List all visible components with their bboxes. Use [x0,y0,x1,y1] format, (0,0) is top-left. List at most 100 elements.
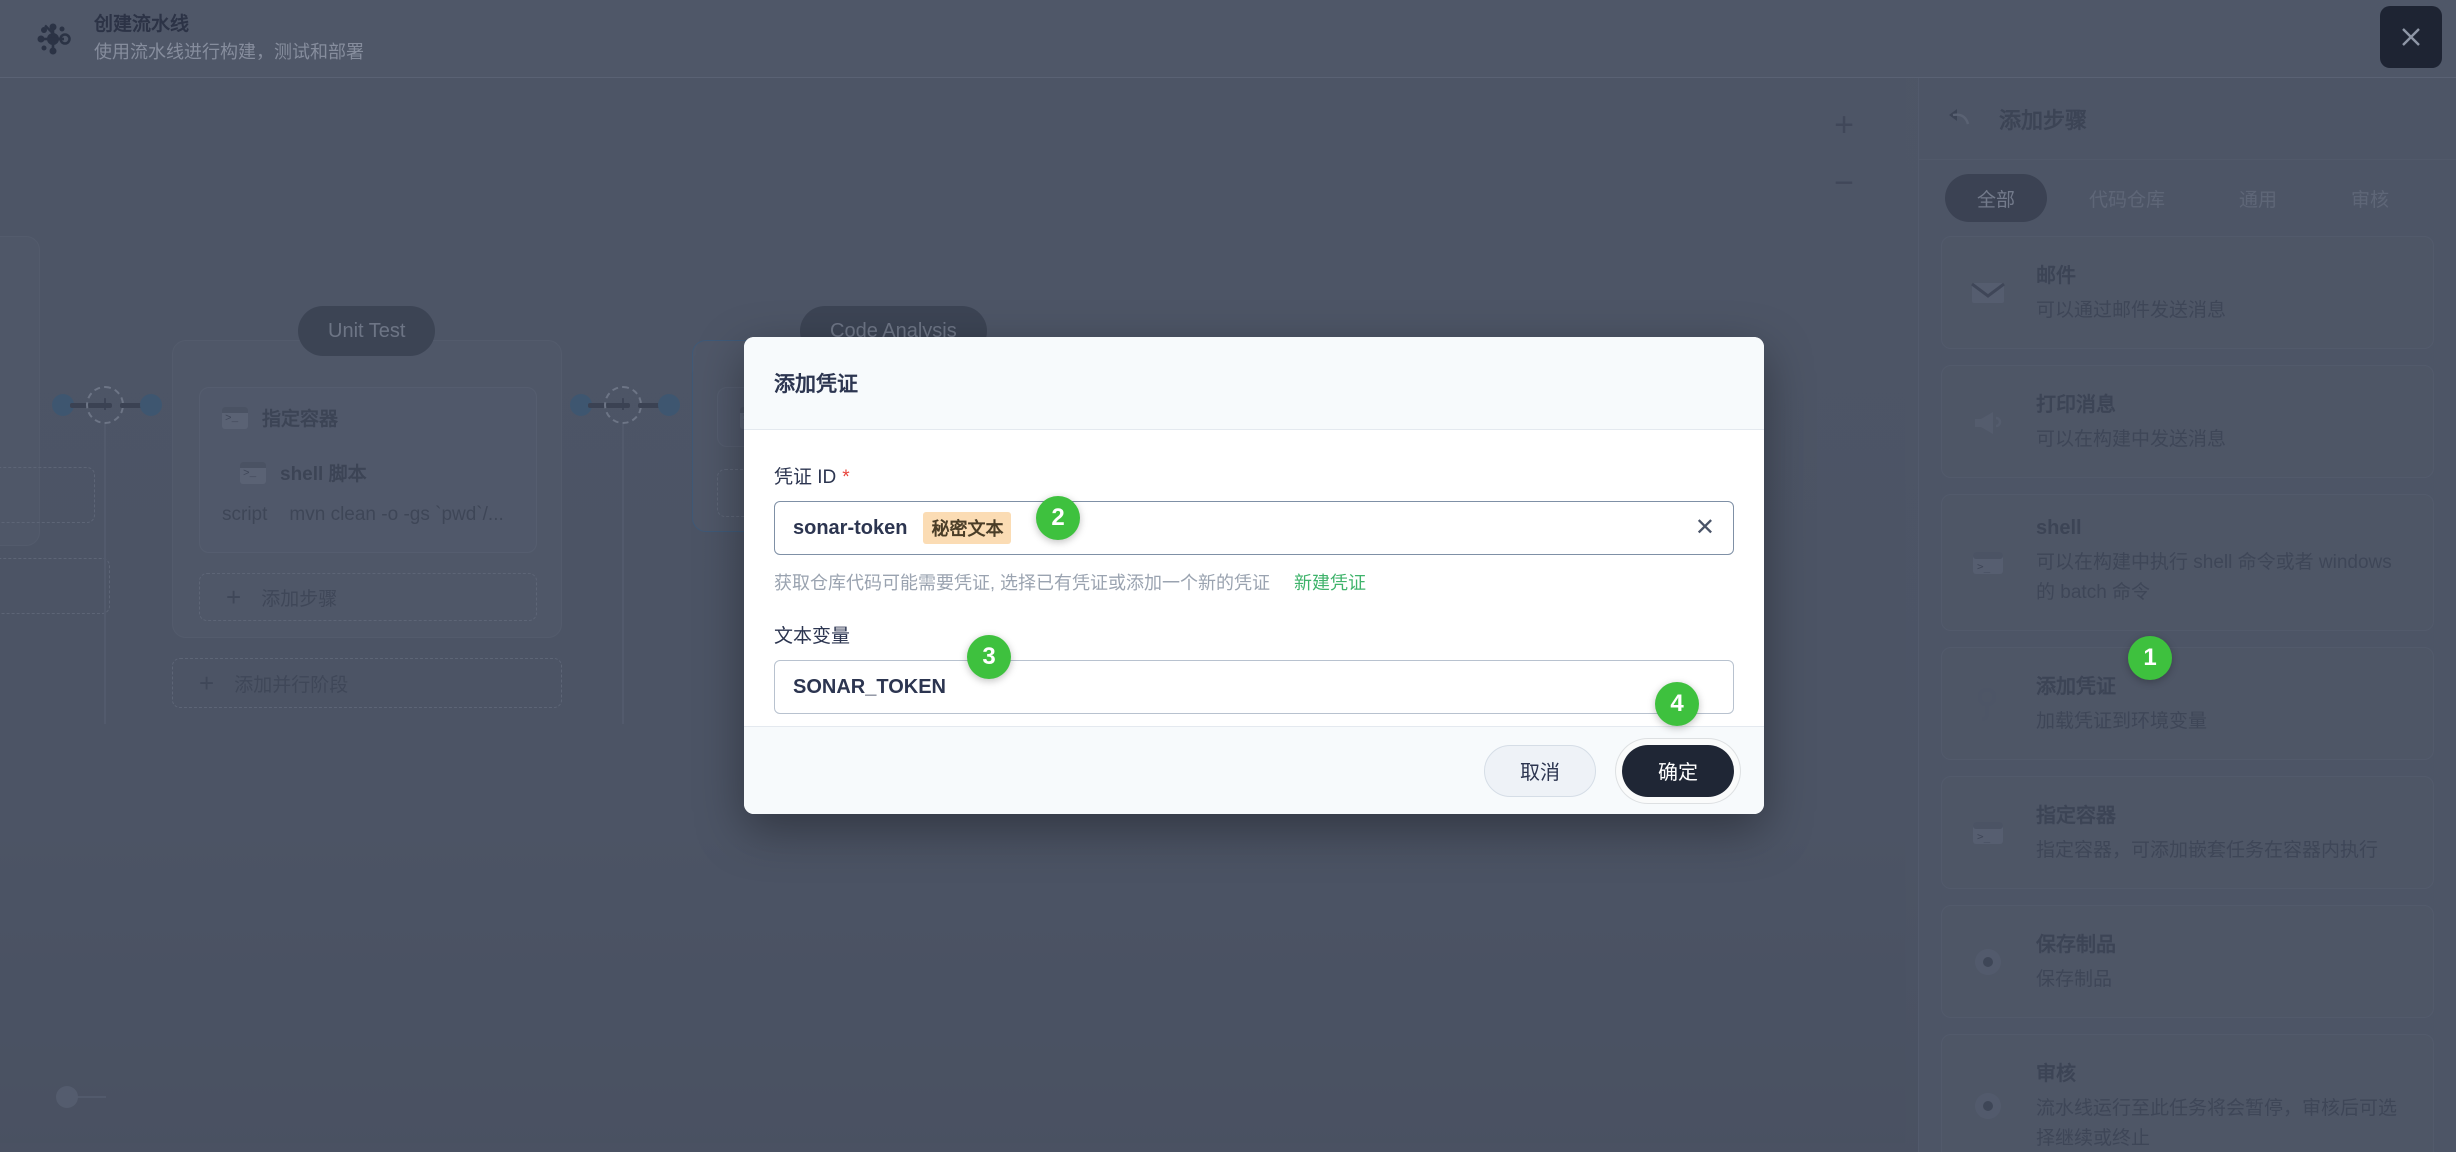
list-item-desc: 保存制品 [2036,969,2113,990]
credential-type-tag: 秘密文本 [923,512,1012,544]
connector-dot [140,394,162,416]
terminal-icon: >_ [1968,550,2008,576]
script-key: script [222,504,268,525]
step-card-group[interactable]: 指定容器 shell 脚本 script mvn clean -o -gs `p… [199,387,537,553]
script-value: mvn clean -o -gs `pwd`/... [289,504,504,525]
text-variable-label: 文本变量 [774,626,851,647]
add-parallel-stage-partial[interactable]: + [0,558,110,614]
page-title: 创建流水线 [94,13,190,35]
add-parallel-stage-button[interactable]: + 添加并行阶段 [172,658,562,708]
credential-hint-row: 获取仓库代码可能需要凭证, 选择已有凭证或添加一个新的凭证 新建凭证 [774,569,1734,595]
add-node-button[interactable]: + [604,386,642,424]
list-item-shell[interactable]: >_ shell 可以在构建中执行 shell 命令或者 windows 的 b… [1941,494,2434,631]
add-parallel-stage-label: 添加并行阶段 [234,674,349,696]
callout-badge-4: 4 [1655,682,1699,726]
terminal-icon: >_ [1968,820,2008,846]
list-item-texts: 审核 流水线运行至此任务将会暂停，审核后可选择继续或终止 [2036,1057,2407,1152]
envelope-icon [1968,280,2008,306]
zoom-in-button[interactable]: + [1834,108,1854,142]
list-item-texts: 添加凭证 加载凭证到环境变量 [2036,670,2407,737]
back-arrow-icon[interactable] [1947,106,1973,131]
list-item-name: 指定容器 [2036,805,2116,827]
clear-x-icon[interactable]: ✕ [1695,516,1715,540]
top-header-bar: 创建流水线 使用流水线进行构建，测试和部署 [0,0,2456,78]
list-item-texts: 保存制品 保存制品 [2036,928,2407,995]
text-variable-input[interactable]: SONAR_TOKEN [774,660,1734,714]
add-step-button-partial[interactable]: + [0,467,95,523]
script-row: script mvn clean -o -gs `pwd`/... [200,486,536,526]
list-item-name: shell [2036,517,2082,539]
callout-badge-1: 1 [2128,636,2172,680]
add-node-button[interactable]: + [86,386,124,424]
step-type-list[interactable]: 邮件 可以通过邮件发送消息 打印消息 可以在构建中发送消息 >_ shell 可… [1919,236,2456,1152]
tab-code-repo[interactable]: 代码仓库 [2057,174,2197,222]
terminal-icon [240,461,266,484]
list-item-desc: 流水线运行至此任务将会暂停，审核后可选择继续或终止 [2036,1098,2398,1149]
header-text-block: 创建流水线 使用流水线进行构建，测试和部署 [94,12,364,66]
sidebar-title: 添加步骤 [1999,107,2088,133]
svg-text:>_: >_ [1977,560,1991,573]
required-mark: * [842,467,850,488]
connector-dot-muted [56,1086,78,1108]
list-item-desc: 加载凭证到环境变量 [2036,711,2208,732]
modal-title: 添加凭证 [774,373,858,396]
stage-card-partial[interactable]: + [0,236,95,546]
list-item-save-artifact[interactable]: 保存制品 保存制品 [1941,905,2434,1018]
list-item-texts: 指定容器 指定容器，可添加嵌套任务在容器内执行 [2036,799,2407,866]
step-row-container[interactable]: 指定容器 [200,388,536,431]
callout-badge-3: 3 [967,635,1011,679]
cancel-button[interactable]: 取消 [1484,744,1596,797]
close-icon [2402,28,2420,46]
text-variable-value: SONAR_TOKEN [793,675,946,698]
list-item-name: 保存制品 [2036,934,2116,956]
list-item-print-message[interactable]: 打印消息 可以在构建中发送消息 [1941,365,2434,478]
stage-label-unit-test: Unit Test [298,306,436,356]
confirm-button[interactable]: 确定 [1622,744,1734,797]
connector-vline [104,424,106,724]
list-item-texts: 邮件 可以通过邮件发送消息 [2036,259,2407,326]
add-credential-modal: 添加凭证 凭证 ID * sonar-token 秘密文本 ✕ 获取仓库代码可能需… [744,337,1764,814]
connector-vline [622,424,624,724]
callout-badge-2: 2 [1036,496,1080,540]
add-step-button-unit-test[interactable]: + 添加步骤 [199,573,537,621]
close-button[interactable] [2380,6,2442,68]
step-title: 指定容器 [262,409,339,430]
tab-general[interactable]: 通用 [2207,174,2309,222]
zoom-out-button[interactable]: − [1834,166,1854,200]
sidebar-tabs: 全部 代码仓库 通用 审核 [1919,160,2456,236]
new-credential-link[interactable]: 新建凭证 [1294,569,1366,595]
list-item-texts: shell 可以在构建中执行 shell 命令或者 windows 的 batc… [2036,517,2407,608]
credential-id-input[interactable]: sonar-token 秘密文本 ✕ [774,501,1734,555]
pipeline-node-icon [30,16,76,62]
list-item-name: 添加凭证 [2036,676,2116,698]
list-item-desc: 可以在构建中执行 shell 命令或者 windows 的 batch 命令 [2036,552,2392,603]
terminal-icon [222,406,248,429]
tab-review[interactable]: 审核 [2319,174,2421,222]
megaphone-icon [1968,408,2008,436]
list-item-desc: 指定容器，可添加嵌套任务在容器内执行 [2036,840,2379,861]
tab-all[interactable]: 全部 [1945,174,2048,222]
key-icon [1968,687,2008,721]
list-item-name: 邮件 [2036,265,2076,287]
list-item-specify-container[interactable]: >_ 指定容器 指定容器，可添加嵌套任务在容器内执行 [1941,776,2434,889]
list-item-review[interactable]: 审核 流水线运行至此任务将会暂停，审核后可选择继续或终止 [1941,1034,2434,1152]
list-item-add-credential[interactable]: 添加凭证 加载凭证到环境变量 [1941,647,2434,760]
pipeline-editor-page: 创建流水线 使用流水线进行构建，测试和部署 + − + + + [0,0,2456,1152]
list-item-desc: 可以在构建中发送消息 [2036,429,2227,450]
add-step-sidebar: 添加步骤 全部 代码仓库 通用 审核 邮件 可以通过邮件发送消息 打印消息 可以… [1918,78,2456,1152]
list-item-texts: 打印消息 可以在构建中发送消息 [2036,388,2407,455]
sidebar-header: 添加步骤 [1919,78,2456,160]
credential-id-label: 凭证 ID * [774,462,1734,489]
add-step-label: 添加步骤 [261,588,338,610]
list-item-desc: 可以通过邮件发送消息 [2036,300,2227,321]
credential-id-value: sonar-token [793,516,908,539]
step-row-container[interactable]: shell 脚本 [200,431,536,486]
stage-card-unit-test[interactable]: 指定容器 shell 脚本 script mvn clean -o -gs `p… [172,340,562,638]
credential-id-label-text: 凭证 ID [774,467,837,488]
modal-body: 凭证 ID * sonar-token 秘密文本 ✕ 获取仓库代码可能需要凭证, … [744,430,1764,714]
disc-icon [1968,1090,2008,1122]
disc-icon [1968,946,2008,978]
list-item-name: 审核 [2036,1063,2076,1085]
list-item-email[interactable]: 邮件 可以通过邮件发送消息 [1941,236,2434,349]
page-subtitle: 使用流水线进行构建，测试和部署 [94,41,364,62]
